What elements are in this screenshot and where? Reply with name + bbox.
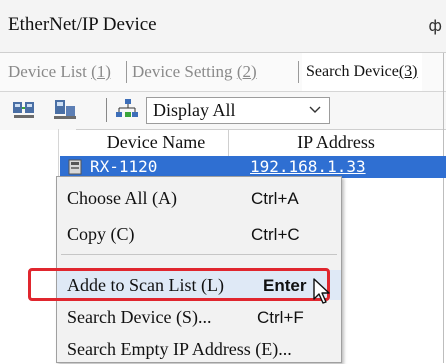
- scan-network-icon[interactable]: [12, 98, 38, 122]
- panel-title: EtherNet/IP Device: [8, 14, 157, 35]
- tab-label: Search Device: [306, 63, 399, 80]
- network-tree-icon[interactable]: [114, 98, 140, 122]
- chevron-down-icon: [309, 106, 321, 113]
- toolbar: Display All: [0, 91, 446, 130]
- device-icon: [68, 159, 82, 175]
- ip-address-cell: 192.168.1.33: [250, 157, 366, 176]
- tab-label: Device List: [8, 62, 92, 81]
- menu-item-shortcut: Ctrl+A: [251, 189, 299, 208]
- tab-separator: [298, 61, 299, 83]
- menu-item-search-device[interactable]: Search Device (S)... Ctrl+F: [57, 302, 341, 332]
- menu-item-search-empty-ip[interactable]: Search Empty IP Address (E)...: [57, 334, 341, 364]
- tab-bar: Device List (1) Device Setting (2) Searc…: [0, 53, 446, 91]
- scan-device-icon[interactable]: [52, 98, 78, 122]
- menu-item-shortcut: Ctrl+F: [257, 308, 304, 327]
- tab-label: Device Setting: [132, 62, 237, 81]
- tab-search-device[interactable]: Search Device(3): [302, 53, 422, 91]
- mouse-cursor-icon: [313, 278, 330, 304]
- pin-icon[interactable]: ф: [428, 16, 442, 35]
- panel-right-border: [443, 53, 444, 363]
- column-header-device-name[interactable]: Device Name: [86, 132, 226, 153]
- menu-item-label: Choose All (A): [67, 188, 177, 208]
- menu-item-copy[interactable]: Copy (C) Ctrl+C: [57, 219, 341, 249]
- table-row[interactable]: RX-1120 192.168.1.33: [60, 156, 446, 178]
- menu-item-label: Copy (C): [67, 224, 135, 244]
- tab-device-setting[interactable]: Device Setting (2): [132, 53, 257, 91]
- grid-header: Device Name IP Address: [76, 129, 446, 157]
- tab-key: (3): [398, 63, 418, 80]
- column-header-ip-address[interactable]: IP Address: [236, 132, 436, 153]
- panel-title-bar: EtherNet/IP Device ф: [0, 0, 446, 53]
- tab-key: (2): [236, 62, 257, 81]
- menu-separator: [61, 254, 337, 255]
- tab-device-list[interactable]: Device List (1): [8, 53, 111, 91]
- column-divider: [228, 130, 229, 156]
- menu-item-label: Search Empty IP Address (E)...: [67, 339, 292, 359]
- tab-separator: [126, 61, 127, 83]
- device-name-cell: RX-1120: [90, 157, 158, 176]
- toolbar-separator: [106, 98, 107, 122]
- tab-key: (1): [91, 62, 111, 81]
- menu-item-choose-all[interactable]: Choose All (A) Ctrl+A: [57, 183, 341, 213]
- display-filter-value: Display All: [153, 100, 236, 120]
- menu-item-label: Search Device (S)...: [67, 307, 212, 327]
- display-filter-dropdown[interactable]: Display All: [146, 97, 330, 124]
- menu-item-shortcut: Ctrl+C: [251, 225, 300, 244]
- highlight-box: [28, 268, 330, 301]
